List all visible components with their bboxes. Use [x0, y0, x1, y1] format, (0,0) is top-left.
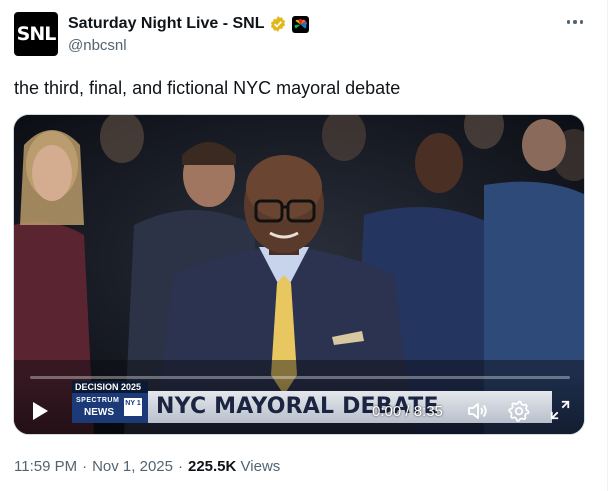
more-icon — [573, 20, 577, 24]
video-player[interactable]: DECISION 2025 SPECTRUM NEWS NY 1 NYC MAY… — [13, 114, 585, 435]
avatar-text: SNL — [16, 23, 57, 45]
author-name-row: Saturday Night Live - SNL — [68, 13, 310, 35]
post-meta: 11:59 PM · Nov 1, 2025 · 225.5K Views — [14, 458, 280, 475]
verified-badge-icon[interactable] — [269, 15, 287, 33]
nbc-affiliate-icon[interactable] — [292, 15, 310, 33]
more-options-button[interactable] — [560, 10, 590, 34]
chyron-label: DECISION 2025 — [72, 381, 148, 393]
play-icon[interactable] — [28, 399, 52, 423]
gear-icon[interactable] — [507, 399, 531, 423]
bug-ny-logo: NY 1 — [124, 398, 142, 416]
post-text: the third, final, and fictional NYC mayo… — [14, 78, 401, 98]
bug-top-text: SPECTRUM — [76, 397, 120, 404]
separator: · — [82, 458, 88, 475]
more-icon — [579, 20, 584, 24]
volume-icon[interactable] — [466, 399, 490, 423]
network-bug: SPECTRUM NEWS NY 1 — [72, 393, 148, 423]
author-handle[interactable]: @nbcsnl — [68, 37, 127, 54]
bug-bottom-text: NEWS — [84, 407, 114, 418]
display-name[interactable]: Saturday Night Live - SNL — [68, 15, 264, 33]
chyron-title-bar: NYC MAYORAL DEBATE — [148, 391, 552, 423]
avatar[interactable]: SNL — [14, 12, 58, 56]
post-time[interactable]: 11:59 PM — [14, 458, 77, 475]
progress-bar[interactable] — [30, 376, 570, 379]
time-display: 0:00 / 8:35 — [372, 403, 443, 420]
views-count: 225.5K — [187, 458, 237, 475]
separator: · — [177, 458, 183, 475]
more-icon — [566, 20, 571, 24]
fullscreen-icon[interactable] — [549, 399, 571, 421]
views-label: Views — [240, 458, 281, 475]
post-date[interactable]: Nov 1, 2025 — [92, 458, 173, 475]
